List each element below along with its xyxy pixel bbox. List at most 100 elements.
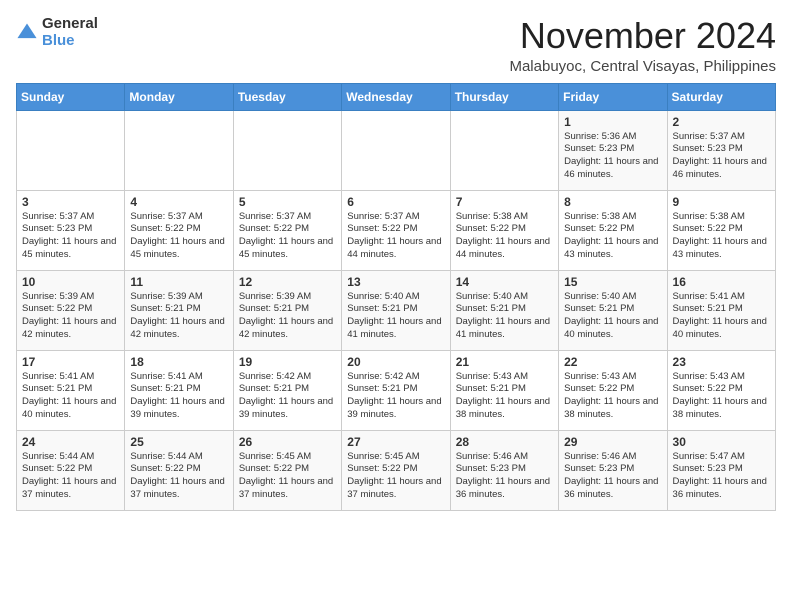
- calendar-cell: [450, 110, 558, 190]
- day-info: Sunrise: 5:41 AM Sunset: 5:21 PM Dayligh…: [130, 371, 227, 422]
- logo-blue: Blue: [42, 33, 98, 50]
- calendar-cell: 26 Sunrise: 5:45 AM Sunset: 5:22 PM Dayli…: [233, 430, 341, 510]
- day-info: Sunrise: 5:46 AM Sunset: 5:23 PM Dayligh…: [456, 451, 553, 502]
- day-number: 25: [130, 435, 227, 449]
- calendar-cell: 7 Sunrise: 5:38 AM Sunset: 5:22 PM Daylig…: [450, 190, 558, 270]
- day-info: Sunrise: 5:41 AM Sunset: 5:21 PM Dayligh…: [673, 291, 770, 342]
- day-number: 24: [22, 435, 119, 449]
- day-number: 8: [564, 195, 661, 209]
- day-info: Sunrise: 5:40 AM Sunset: 5:21 PM Dayligh…: [456, 291, 553, 342]
- day-info: Sunrise: 5:43 AM Sunset: 5:22 PM Dayligh…: [673, 371, 770, 422]
- weekday-header-thursday: Thursday: [450, 83, 558, 110]
- day-info: Sunrise: 5:38 AM Sunset: 5:22 PM Dayligh…: [673, 211, 770, 262]
- day-number: 3: [22, 195, 119, 209]
- day-info: Sunrise: 5:40 AM Sunset: 5:21 PM Dayligh…: [347, 291, 444, 342]
- day-info: Sunrise: 5:45 AM Sunset: 5:22 PM Dayligh…: [347, 451, 444, 502]
- weekday-header-row: SundayMondayTuesdayWednesdayThursdayFrid…: [17, 83, 776, 110]
- day-info: Sunrise: 5:43 AM Sunset: 5:21 PM Dayligh…: [456, 371, 553, 422]
- day-info: Sunrise: 5:38 AM Sunset: 5:22 PM Dayligh…: [456, 211, 553, 262]
- day-info: Sunrise: 5:39 AM Sunset: 5:21 PM Dayligh…: [239, 291, 336, 342]
- day-number: 2: [673, 115, 770, 129]
- calendar-cell: 19Sunrise: 5:42 AM Sunset: 5:21 PM Dayli…: [233, 350, 341, 430]
- day-number: 4: [130, 195, 227, 209]
- calendar-cell: 23 Sunrise: 5:43 AM Sunset: 5:22 PM Dayli…: [667, 350, 775, 430]
- day-number: 26: [239, 435, 336, 449]
- day-number: 21: [456, 355, 553, 369]
- calendar-cell: [17, 110, 125, 190]
- calendar-cell: 25 Sunrise: 5:44 AM Sunset: 5:22 PM Dayli…: [125, 430, 233, 510]
- weekday-header-wednesday: Wednesday: [342, 83, 450, 110]
- day-info: Sunrise: 5:47 AM Sunset: 5:23 PM Dayligh…: [673, 451, 770, 502]
- day-number: 19: [239, 355, 336, 369]
- day-info: Sunrise: 5:38 AM Sunset: 5:22 PM Dayligh…: [564, 211, 661, 262]
- calendar-cell: [342, 110, 450, 190]
- day-info: Sunrise: 5:41 AM Sunset: 5:21 PM Dayligh…: [22, 371, 119, 422]
- calendar-cell: 12 Sunrise: 5:39 AM Sunset: 5:21 PM Dayli…: [233, 270, 341, 350]
- calendar-cell: 20Sunrise: 5:42 AM Sunset: 5:21 PM Dayli…: [342, 350, 450, 430]
- day-number: 14: [456, 275, 553, 289]
- calendar-cell: 2 Sunrise: 5:37 AM Sunset: 5:23 PM Daylig…: [667, 110, 775, 190]
- day-info: Sunrise: 5:37 AM Sunset: 5:22 PM Dayligh…: [130, 211, 227, 262]
- day-info: Sunrise: 5:45 AM Sunset: 5:22 PM Dayligh…: [239, 451, 336, 502]
- logo-text: General Blue: [42, 16, 98, 49]
- day-number: 6: [347, 195, 444, 209]
- weekday-header-friday: Friday: [559, 83, 667, 110]
- day-number: 23: [673, 355, 770, 369]
- calendar-cell: [125, 110, 233, 190]
- day-number: 27: [347, 435, 444, 449]
- day-info: Sunrise: 5:44 AM Sunset: 5:22 PM Dayligh…: [22, 451, 119, 502]
- day-number: 5: [239, 195, 336, 209]
- day-info: Sunrise: 5:37 AM Sunset: 5:23 PM Dayligh…: [22, 211, 119, 262]
- weekday-header-sunday: Sunday: [17, 83, 125, 110]
- calendar-week-3: 10Sunrise: 5:39 AM Sunset: 5:22 PM Dayli…: [17, 270, 776, 350]
- day-info: Sunrise: 5:37 AM Sunset: 5:22 PM Dayligh…: [239, 211, 336, 262]
- day-number: 9: [673, 195, 770, 209]
- calendar-cell: 17 Sunrise: 5:41 AM Sunset: 5:21 PM Dayli…: [17, 350, 125, 430]
- day-info: Sunrise: 5:43 AM Sunset: 5:22 PM Dayligh…: [564, 371, 661, 422]
- day-number: 18: [130, 355, 227, 369]
- calendar-week-5: 24 Sunrise: 5:44 AM Sunset: 5:22 PM Dayli…: [17, 430, 776, 510]
- calendar-cell: 4 Sunrise: 5:37 AM Sunset: 5:22 PM Daylig…: [125, 190, 233, 270]
- calendar-cell: 30Sunrise: 5:47 AM Sunset: 5:23 PM Dayli…: [667, 430, 775, 510]
- calendar-cell: 22 Sunrise: 5:43 AM Sunset: 5:22 PM Dayli…: [559, 350, 667, 430]
- day-info: Sunrise: 5:44 AM Sunset: 5:22 PM Dayligh…: [130, 451, 227, 502]
- location-title: Malabuyoc, Central Visayas, Philippines: [509, 58, 776, 75]
- calendar-cell: 3 Sunrise: 5:37 AM Sunset: 5:23 PM Daylig…: [17, 190, 125, 270]
- day-number: 11: [130, 275, 227, 289]
- day-number: 22: [564, 355, 661, 369]
- day-number: 7: [456, 195, 553, 209]
- calendar-cell: 14 Sunrise: 5:40 AM Sunset: 5:21 PM Dayli…: [450, 270, 558, 350]
- calendar-cell: 10Sunrise: 5:39 AM Sunset: 5:22 PM Dayli…: [17, 270, 125, 350]
- calendar-cell: 21 Sunrise: 5:43 AM Sunset: 5:21 PM Dayli…: [450, 350, 558, 430]
- calendar-cell: 28 Sunrise: 5:46 AM Sunset: 5:23 PM Dayli…: [450, 430, 558, 510]
- title-area: November 2024 Malabuyoc, Central Visayas…: [509, 16, 776, 75]
- day-number: 28: [456, 435, 553, 449]
- logo-icon: [16, 22, 38, 44]
- calendar-cell: 5 Sunrise: 5:37 AM Sunset: 5:22 PM Daylig…: [233, 190, 341, 270]
- weekday-header-tuesday: Tuesday: [233, 83, 341, 110]
- calendar-cell: 6Sunrise: 5:37 AM Sunset: 5:22 PM Daylig…: [342, 190, 450, 270]
- calendar-cell: 18 Sunrise: 5:41 AM Sunset: 5:21 PM Dayli…: [125, 350, 233, 430]
- calendar-body: 1 Sunrise: 5:36 AM Sunset: 5:23 PM Daylig…: [17, 110, 776, 510]
- day-number: 16: [673, 275, 770, 289]
- calendar-cell: 13 Sunrise: 5:40 AM Sunset: 5:21 PM Dayli…: [342, 270, 450, 350]
- logo-general: General: [42, 16, 98, 33]
- day-info: Sunrise: 5:36 AM Sunset: 5:23 PM Dayligh…: [564, 131, 661, 182]
- calendar-week-4: 17 Sunrise: 5:41 AM Sunset: 5:21 PM Dayli…: [17, 350, 776, 430]
- calendar-cell: 8 Sunrise: 5:38 AM Sunset: 5:22 PM Daylig…: [559, 190, 667, 270]
- weekday-header-monday: Monday: [125, 83, 233, 110]
- weekday-header-saturday: Saturday: [667, 83, 775, 110]
- day-number: 12: [239, 275, 336, 289]
- calendar-week-1: 1 Sunrise: 5:36 AM Sunset: 5:23 PM Daylig…: [17, 110, 776, 190]
- calendar-cell: 11Sunrise: 5:39 AM Sunset: 5:21 PM Dayli…: [125, 270, 233, 350]
- calendar-cell: 27 Sunrise: 5:45 AM Sunset: 5:22 PM Dayli…: [342, 430, 450, 510]
- logo: General Blue: [16, 16, 98, 49]
- day-number: 13: [347, 275, 444, 289]
- day-number: 17: [22, 355, 119, 369]
- day-number: 1: [564, 115, 661, 129]
- calendar-cell: 24 Sunrise: 5:44 AM Sunset: 5:22 PM Dayli…: [17, 430, 125, 510]
- calendar-table: SundayMondayTuesdayWednesdayThursdayFrid…: [16, 83, 776, 511]
- day-info: Sunrise: 5:37 AM Sunset: 5:23 PM Dayligh…: [673, 131, 770, 182]
- day-number: 20: [347, 355, 444, 369]
- day-info: Sunrise: 5:39 AM Sunset: 5:22 PM Dayligh…: [22, 291, 119, 342]
